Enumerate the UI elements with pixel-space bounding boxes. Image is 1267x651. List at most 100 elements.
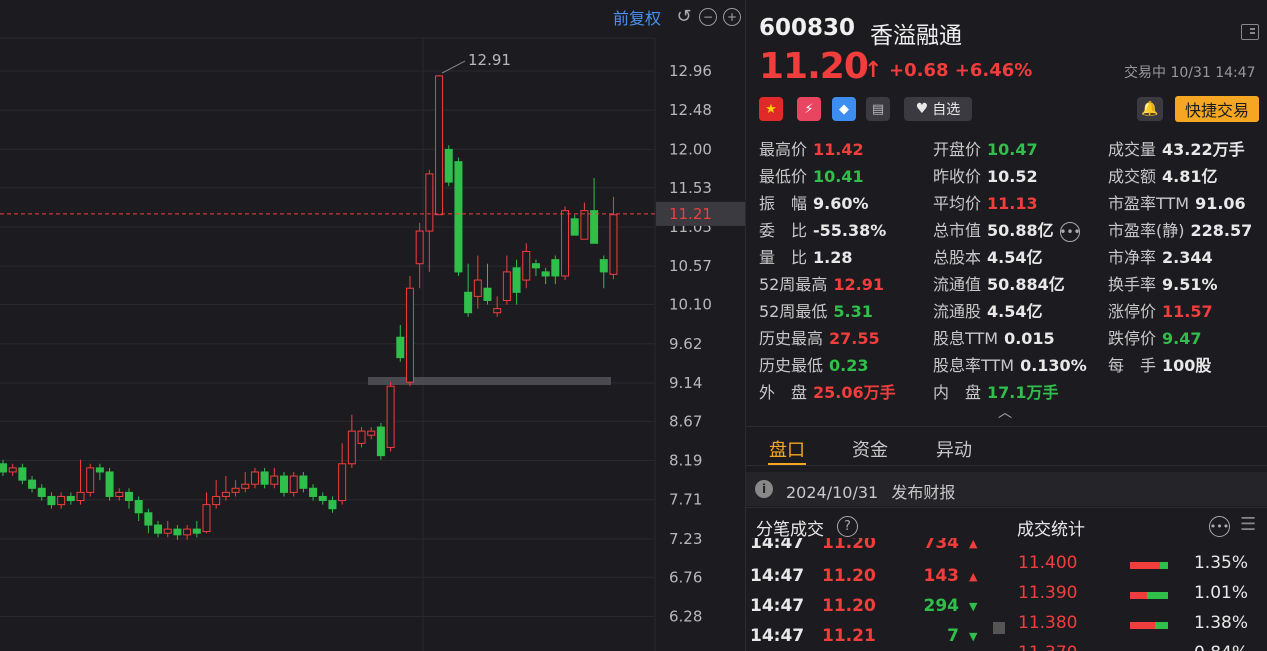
layout-toggle-icon[interactable] [1241, 24, 1259, 40]
stat-value: 17.1万手 [987, 383, 1059, 402]
stat-item: 昨收价 10.52 [933, 166, 1038, 188]
candle-body [163, 528, 172, 534]
stat-label: 52周最低 [759, 302, 828, 321]
kline-chart[interactable]: 12.9612.4812.0011.5311.0510.5710.109.629… [0, 0, 745, 651]
candle-body [280, 475, 289, 493]
stat-value: 1.28 [813, 248, 853, 267]
sell-volume-bar [1147, 592, 1168, 599]
stats-more-icon[interactable]: ••• [1209, 516, 1230, 537]
candle-body [37, 487, 46, 497]
adjust-mode-button[interactable]: 前复权 [613, 5, 661, 29]
stats-percent: 0.84% [1194, 643, 1248, 651]
more-options-icon[interactable]: ••• [1059, 222, 1081, 242]
current-price-tag: 11.21 [669, 205, 712, 223]
candle-body [18, 467, 27, 481]
stat-value: 2.344 [1162, 248, 1213, 267]
candle-body [299, 475, 308, 489]
china-flag-icon[interactable]: ★ [759, 97, 783, 121]
stat-item: 历史最低 0.23 [759, 355, 869, 377]
stat-value: 10.52 [987, 167, 1038, 186]
stat-value: 10.47 [987, 140, 1038, 159]
tag-icon[interactable]: ◆ [832, 97, 856, 121]
stat-label: 换手率 [1108, 275, 1157, 294]
candle-body [435, 75, 444, 216]
buy-volume-bar [1130, 562, 1161, 569]
tick-list[interactable]: 14:47 11.20 734 ▲ 14:47 11.20 143 ▲ 14:47 11.20 29… [746, 538, 1001, 651]
stat-value: 100股 [1162, 356, 1212, 375]
candle-body [425, 173, 434, 232]
candle-body [154, 524, 163, 534]
candle-body [328, 500, 337, 510]
collapse-chevron-icon[interactable]: ︿ [998, 402, 1012, 422]
kline-chart-panel[interactable]: 12.96 12.48 12.00 11.53 11.05 10.57 10.10 9.62 9… [0, 0, 745, 651]
stat-item: 股息TTM 0.015 [933, 328, 1055, 350]
undo-icon[interactable]: ↺ [675, 8, 693, 26]
section-divider [746, 507, 1267, 508]
stats-percent: 1.38% [1193, 613, 1248, 633]
stat-value: 9.51% [1162, 275, 1218, 294]
help-icon[interactable]: ? [837, 516, 858, 537]
stat-label: 市盈率(静) [1108, 221, 1185, 240]
tick-price: 11.20 [822, 596, 876, 616]
chart-toolbar: 前复权 ↺ − + [585, 6, 745, 28]
stat-item: 总市值 50.88亿 [933, 220, 1054, 242]
y-tick-label: 12.48 [669, 101, 712, 119]
stat-label: 振 幅 [759, 194, 808, 213]
stat-item: 最高价 11.42 [759, 139, 864, 161]
candle-body [105, 471, 114, 497]
stat-label: 跌停价 [1108, 329, 1157, 348]
candle-body [250, 471, 259, 485]
buy-volume-bar [1130, 622, 1155, 629]
candle-body [212, 495, 221, 506]
stat-value: 11.42 [813, 140, 864, 159]
quick-trade-button[interactable]: 快捷交易 [1175, 96, 1259, 122]
stock-name: 香溢融通 [870, 23, 962, 49]
stat-label: 量 比 [759, 248, 808, 267]
tick-row: 14:47 11.20 143 ▲ [746, 566, 1001, 596]
tick-list-scrollbar[interactable] [993, 622, 1005, 634]
stat-value: 5.31 [833, 302, 873, 321]
sell-volume-bar [1160, 562, 1168, 569]
tab-anomaly[interactable]: 异动 [936, 436, 972, 462]
candle-body [8, 467, 17, 473]
zoom-in-icon[interactable]: + [723, 8, 741, 26]
sell-volume-bar [1154, 622, 1168, 629]
stat-label: 成交额 [1108, 167, 1157, 186]
candle-body [396, 336, 405, 359]
app-root: 12.96 12.48 12.00 11.53 11.05 10.57 10.10 9.62 9… [0, 0, 1267, 651]
y-tick-label: 12.00 [669, 140, 712, 158]
stat-item: 涨停价 11.57 [1108, 301, 1213, 323]
candle-body [192, 528, 201, 534]
max-price-label: 12.91 [468, 51, 511, 69]
notice-text: 2024/10/31 发布财报 [786, 479, 955, 503]
tab-order-book[interactable]: 盘口 [769, 436, 805, 462]
document-icon[interactable]: ▤ [866, 97, 890, 121]
zoom-out-icon[interactable]: − [699, 8, 717, 26]
event-notice[interactable]: i 2024/10/31 发布财报 [746, 472, 1267, 506]
list-view-icon[interactable]: ☰ [1240, 516, 1256, 534]
candle-body [134, 500, 143, 514]
stats-percent: 1.35% [1193, 553, 1248, 573]
stat-item: 流通股 4.54亿 [933, 301, 1043, 323]
volume-stats-row: 11.390 1.01% [1018, 583, 1258, 613]
y-tick-label: 6.76 [669, 568, 702, 586]
stat-label: 总股本 [933, 248, 982, 267]
candle-body [444, 148, 453, 183]
stat-item: 跌停价 9.47 [1108, 328, 1202, 350]
down-triangle-icon: ▼ [969, 600, 978, 613]
tick-row: 14:47 11.20 294 ▼ [746, 596, 1001, 626]
add-watchlist-button[interactable]: ♥ 自选 [904, 97, 972, 121]
down-triangle-icon: ▼ [969, 630, 978, 643]
up-triangle-icon: ▲ [969, 538, 978, 550]
bell-icon[interactable]: 🔔 [1137, 97, 1163, 121]
tab-capital-flow[interactable]: 资金 [852, 436, 888, 462]
candle-body [86, 467, 95, 493]
lightning-icon[interactable]: ⚡ [797, 97, 821, 121]
candle-body [270, 475, 279, 485]
candle-body [66, 495, 75, 502]
stat-label: 开盘价 [933, 140, 982, 159]
tick-row: 14:47 11.21 7 ▼ [746, 626, 1001, 651]
candle-body [590, 210, 599, 244]
tick-volume: 294 [923, 596, 960, 616]
stat-label: 每 手 [1108, 356, 1157, 375]
